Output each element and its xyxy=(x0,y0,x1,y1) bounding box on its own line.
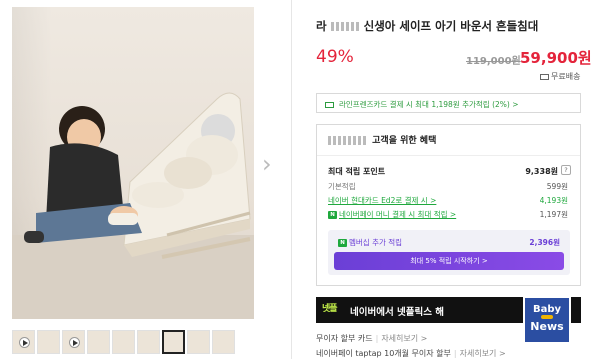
babynews-watermark: Baby News xyxy=(523,296,571,344)
netflix-logo: 넷플 xyxy=(322,304,338,314)
naverpay-icon: N xyxy=(328,211,337,219)
masked-brand xyxy=(330,22,359,31)
card-promo-banner[interactable]: 라인프렌즈카드 결제 시 최대 1,198원 추가적립 (2%) > xyxy=(316,93,581,113)
watermark-line2: News xyxy=(530,320,564,333)
column-divider xyxy=(291,0,292,359)
thumbnail-selected[interactable] xyxy=(162,330,185,354)
naverpay-icon: N xyxy=(338,239,347,247)
benefit-heading: 고객을 위한 혜택 xyxy=(328,133,436,146)
bouncer-photo-illustration xyxy=(24,92,251,259)
point-row-label[interactable]: 네이버 현대카드 Ed2로 결제 시 > xyxy=(328,195,436,206)
title-prefix: 라 xyxy=(316,19,327,33)
play-icon xyxy=(19,337,30,348)
point-row-value: 599원 xyxy=(546,182,568,191)
max-points-value: 9,338원 xyxy=(525,167,558,176)
thumbnail-video[interactable] xyxy=(62,330,85,354)
max-points-label: 최대 적립 포인트 xyxy=(328,167,386,176)
point-row-label[interactable]: N 네이버페이 머니 결제 시 최대 적립 > xyxy=(328,209,456,220)
thumbnail[interactable] xyxy=(112,330,135,354)
thumbnail-video[interactable] xyxy=(12,330,35,354)
details-link[interactable]: 자세히보기 > xyxy=(460,349,506,358)
product-title: 라 신생아 세이프 아기 바운서 흔들침대 xyxy=(316,18,538,34)
watermark-line1: Baby xyxy=(532,304,562,315)
thumbnail[interactable] xyxy=(37,330,60,354)
benefit-box: 고객을 위한 혜택 최대 적립 포인트 9,338원 ? 기본적립 599원 네… xyxy=(316,124,581,286)
point-row-link[interactable]: 네이버 현대카드 Ed2로 결제 시 > xyxy=(328,196,436,205)
membership-label-text: 멤버십 추가 적립 xyxy=(349,238,403,247)
divider: | xyxy=(453,349,457,358)
membership-box: N 멤버십 추가 적립 2,396원 최대 5% 적립 시작하기 > xyxy=(328,230,570,275)
installment-row: 네이버페이 taptap 10개월 무이자 할부 | 자세히보기 > xyxy=(316,348,506,359)
thumbnail[interactable] xyxy=(212,330,235,354)
installment-row: 무이자 할부 카드 | 자세히보기 > xyxy=(316,333,427,344)
product-page: › 라 신생아 세이프 아기 바운서 흔들침대 49% 119,000원 59,… xyxy=(0,0,600,359)
chevron-right-icon[interactable]: › xyxy=(262,150,272,178)
point-row-value: 1,197원 xyxy=(539,210,568,219)
installment-label: 무이자 할부 카드 xyxy=(316,334,373,343)
benefit-heading-text: 고객을 위한 혜택 xyxy=(372,136,437,146)
point-row-link[interactable]: 네이버페이 머니 결제 시 최대 적립 > xyxy=(339,210,456,219)
netflix-promo-text: 네이버에서 넷플릭스 해 xyxy=(350,307,445,318)
discount-rate: 49% xyxy=(316,47,354,67)
title-text: 신생아 세이프 아기 바운서 흔들침대 xyxy=(363,19,539,33)
installment-label: 네이버페이 taptap 10개월 무이자 할부 xyxy=(316,349,451,358)
help-icon[interactable]: ? xyxy=(561,165,571,175)
shipping-label: 무료배송 xyxy=(551,72,581,81)
sale-price: 59,900원 xyxy=(520,49,592,67)
point-row-value: 4,193원 xyxy=(539,196,568,205)
thumbnail-strip xyxy=(12,330,252,354)
card-promo-text: 라인프렌즈카드 결제 시 최대 1,198원 추가적립 (2%) > xyxy=(339,100,519,109)
card-icon xyxy=(325,102,334,108)
truck-icon xyxy=(540,73,549,80)
membership-label: N 멤버십 추가 적립 xyxy=(338,237,402,248)
divider: | xyxy=(375,334,379,343)
thumbnail[interactable] xyxy=(187,330,210,354)
membership-start-button[interactable]: 최대 5% 적립 시작하기 > xyxy=(334,252,564,270)
details-link[interactable]: 자세히보기 > xyxy=(381,334,427,343)
shipping-info: 무료배송 xyxy=(540,71,580,82)
original-price: 119,000원 xyxy=(466,56,521,67)
divider xyxy=(317,155,580,156)
thumbnail[interactable] xyxy=(137,330,160,354)
masked-store-name xyxy=(328,136,368,145)
point-row-label: 기본적립 xyxy=(328,182,356,191)
membership-value: 2,396원 xyxy=(529,238,560,247)
product-main-image[interactable] xyxy=(12,7,254,319)
thumbnail[interactable] xyxy=(87,330,110,354)
play-icon xyxy=(69,337,80,348)
watermark-dot xyxy=(541,315,553,319)
